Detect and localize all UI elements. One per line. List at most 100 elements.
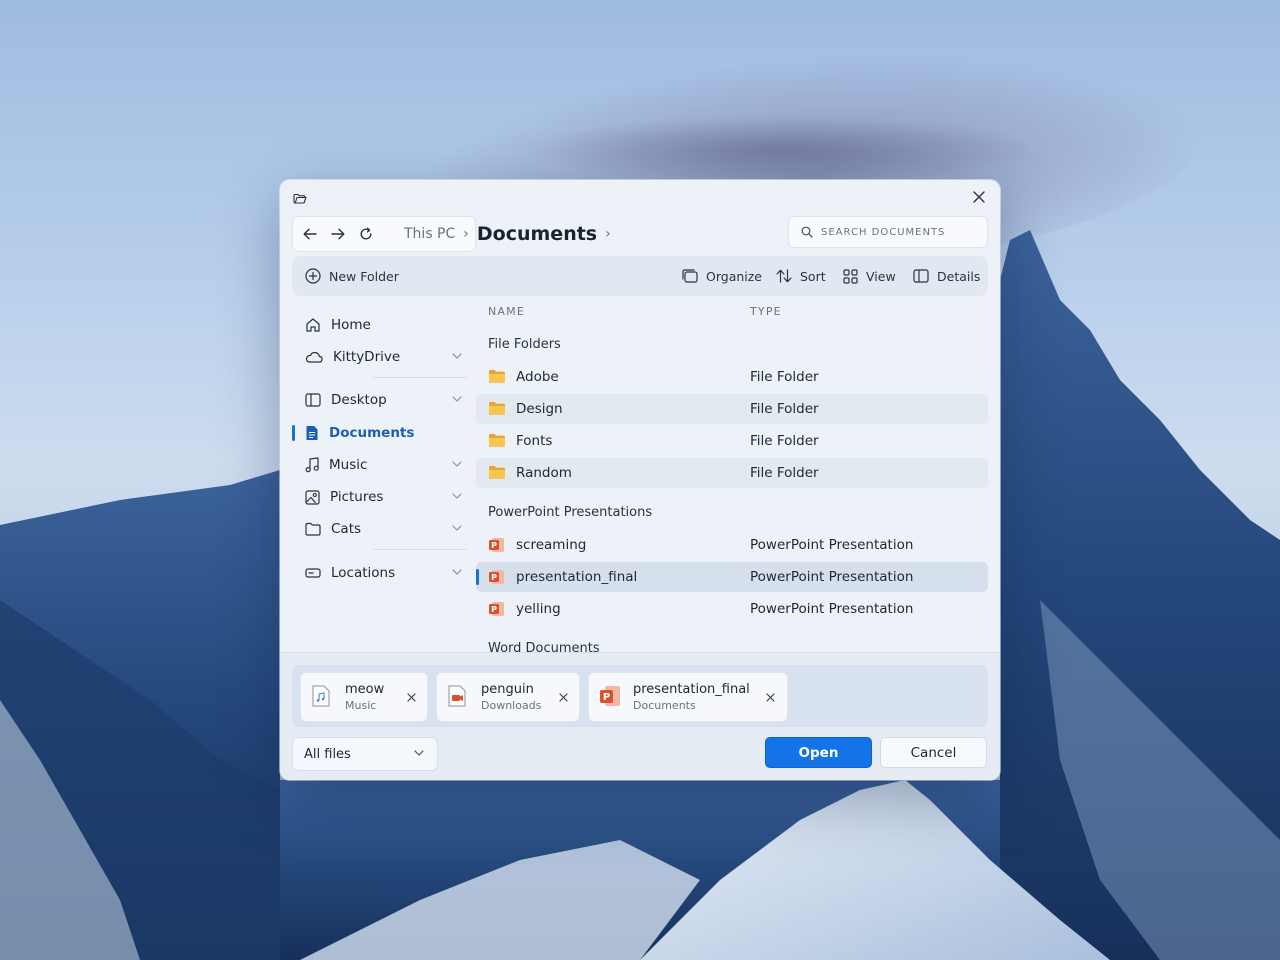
list-item[interactable]: P screaming PowerPoint Presentation <box>476 530 988 560</box>
file-name: Random <box>516 465 572 481</box>
sidebar-divider <box>374 549 466 550</box>
list-item[interactable]: P yelling PowerPoint Presentation <box>476 594 988 624</box>
drive-icon <box>305 568 321 578</box>
selected-file-chip[interactable]: penguin Downloads <box>436 672 580 722</box>
sidebar-item-music[interactable]: Music <box>300 450 468 480</box>
chip-file-name: presentation_final <box>633 682 750 697</box>
sidebar-item-kittydrive[interactable]: KittyDrive <box>300 342 468 372</box>
selected-files-tray: meow Music penguin Downloads P presentat… <box>292 665 988 727</box>
svg-text:P: P <box>603 692 610 703</box>
new-folder-label: New Folder <box>329 268 399 284</box>
sidebar-item-locations[interactable]: Locations <box>300 558 468 588</box>
chip-file-name: meow <box>345 682 385 697</box>
sidebar-divider <box>374 377 466 378</box>
remove-file-button[interactable] <box>762 689 778 705</box>
cloud-icon <box>305 351 323 363</box>
file-name: Design <box>516 401 563 417</box>
list-item-selected[interactable]: P presentation_final PowerPoint Presenta… <box>476 562 988 592</box>
sort-label: Sort <box>800 268 826 284</box>
column-header-type[interactable]: TYPE <box>750 305 782 318</box>
file-type-dropdown[interactable]: All files <box>292 737 438 771</box>
back-button[interactable] <box>296 220 324 248</box>
view-button[interactable]: View <box>843 256 896 296</box>
breadcrumb-documents[interactable]: Documents <box>477 223 597 245</box>
title-bar <box>280 180 1000 212</box>
video-file-icon <box>448 685 466 707</box>
file-name: screaming <box>516 537 587 553</box>
chevron-down-icon[interactable] <box>452 525 462 531</box>
file-name: yelling <box>516 601 561 617</box>
search-box <box>788 216 988 248</box>
file-open-dialog: This PC › Documents › New Folder Organiz… <box>280 180 1000 780</box>
sidebar-item-label: KittyDrive <box>333 349 401 365</box>
sidebar-item-home[interactable]: Home <box>300 310 468 340</box>
sort-button[interactable]: Sort <box>776 256 826 296</box>
chip-file-location: Music <box>345 699 377 712</box>
desktop-icon <box>305 393 321 407</box>
sidebar-item-desktop[interactable]: Desktop <box>300 385 468 415</box>
arrow-left-icon <box>303 228 317 240</box>
organize-label: Organize <box>706 268 762 284</box>
selection-indicator <box>476 569 479 585</box>
remove-file-button[interactable] <box>555 689 571 705</box>
sidebar-item-documents[interactable]: Documents <box>300 418 468 448</box>
search-input[interactable] <box>819 225 983 239</box>
list-item[interactable]: Adobe File Folder <box>476 362 988 392</box>
forward-button[interactable] <box>324 220 352 248</box>
file-name: Fonts <box>516 433 553 449</box>
close-icon <box>558 692 568 702</box>
sidebar-item-pictures[interactable]: Pictures <box>300 482 468 512</box>
plus-circle-icon <box>305 268 321 284</box>
file-type-dropdown-value: All files <box>304 746 351 762</box>
chevron-right-icon: › <box>463 226 469 242</box>
open-button[interactable]: Open <box>765 737 872 768</box>
close-button[interactable] <box>970 188 988 206</box>
active-indicator <box>292 425 295 441</box>
breadcrumb-expand-chevron-icon[interactable]: › <box>605 226 611 242</box>
chip-file-location: Documents <box>633 699 696 712</box>
chevron-down-icon[interactable] <box>452 569 462 575</box>
list-item[interactable]: Random File Folder <box>476 458 988 488</box>
breadcrumb-this-pc[interactable]: This PC <box>404 226 455 242</box>
chevron-down-icon[interactable] <box>452 493 462 499</box>
details-button[interactable]: Details <box>913 256 980 296</box>
file-type: PowerPoint Presentation <box>750 601 914 617</box>
refresh-button[interactable] <box>352 220 380 248</box>
chevron-down-icon[interactable] <box>452 353 462 359</box>
chevron-down-icon[interactable] <box>452 461 462 467</box>
document-icon <box>306 426 318 440</box>
new-folder-button[interactable]: New Folder <box>305 256 399 296</box>
picture-icon <box>305 489 320 505</box>
powerpoint-icon: P <box>489 570 504 584</box>
organize-button[interactable]: Organize <box>682 256 762 296</box>
sidebar-item-cats[interactable]: Cats <box>300 514 468 544</box>
sidebar-item-label: Documents <box>329 425 415 441</box>
list-item[interactable]: Fonts File Folder <box>476 426 988 456</box>
selected-file-chip[interactable]: P presentation_final Documents <box>588 672 788 722</box>
folder-icon <box>305 522 321 536</box>
folder-icon <box>489 402 505 415</box>
svg-text:P: P <box>491 605 497 614</box>
details-pane-icon <box>913 269 929 283</box>
file-type: File Folder <box>750 369 819 385</box>
list-item[interactable]: Design File Folder <box>476 394 988 424</box>
music-icon <box>305 457 319 473</box>
chip-file-name: penguin <box>481 682 534 697</box>
remove-file-button[interactable] <box>403 689 419 705</box>
chevron-down-icon[interactable] <box>452 396 462 402</box>
grid-view-icon <box>843 268 858 284</box>
sidebar-item-label: Cats <box>331 521 362 537</box>
file-type: File Folder <box>750 433 819 449</box>
search-icon <box>801 226 813 238</box>
column-header-name[interactable]: NAME <box>488 305 525 318</box>
details-label: Details <box>937 268 981 284</box>
selected-file-chip[interactable]: meow Music <box>300 672 428 722</box>
powerpoint-icon: P <box>489 602 504 616</box>
powerpoint-icon: P <box>600 686 620 706</box>
close-icon <box>406 692 416 702</box>
cancel-button[interactable]: Cancel <box>880 737 987 768</box>
group-header-powerpoint: PowerPoint Presentations <box>488 505 653 520</box>
refresh-icon <box>360 227 372 240</box>
command-bar: New Folder Organize Sort View Details <box>292 256 988 296</box>
chip-file-location: Downloads <box>481 699 542 712</box>
